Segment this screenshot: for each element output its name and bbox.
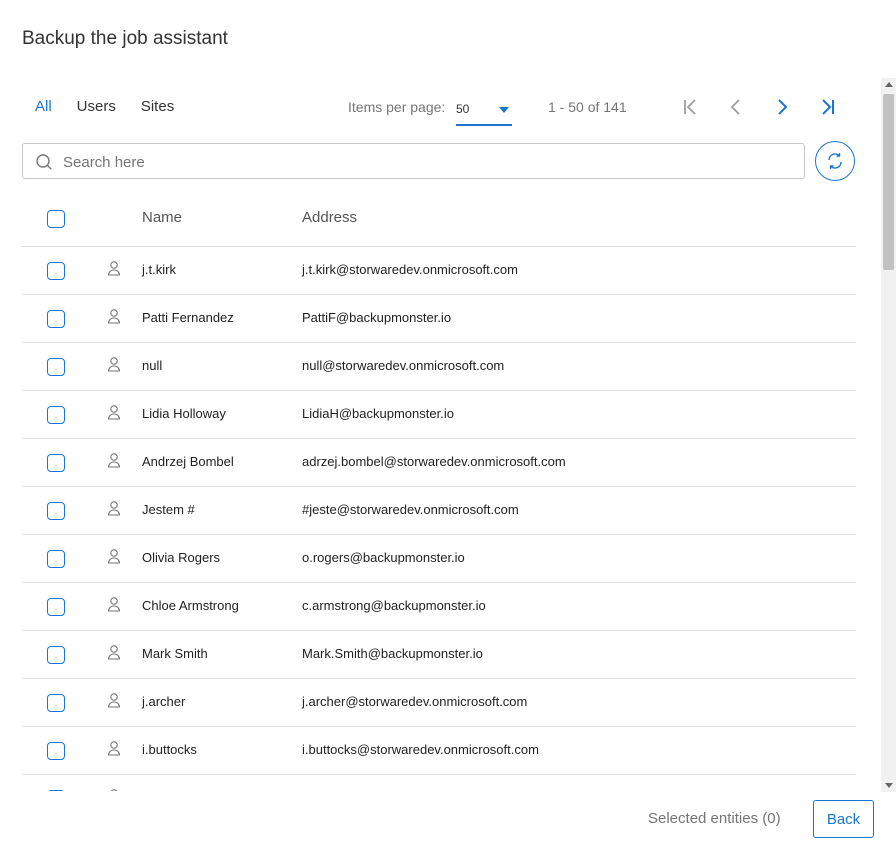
- table-row[interactable]: Chloe Armstrong c.armstrong@backupmonster…: [22, 583, 856, 631]
- row-checkbox[interactable]: [47, 406, 65, 424]
- scrollbar-thumb[interactable]: [883, 94, 894, 270]
- previous-page-icon: [730, 99, 740, 115]
- row-name: Chloe Armstrong: [142, 598, 239, 613]
- row-address: #jeste@storwaredev.onmicrosoft.com: [302, 502, 519, 517]
- row-name: Andrzej Bombel: [142, 454, 234, 469]
- table-row[interactable]: Andrzej Bombel adrzej.bombel@storwaredev.…: [22, 439, 856, 487]
- user-icon: [107, 741, 121, 756]
- row-name: Mark Smith: [142, 646, 208, 661]
- last-page-button[interactable]: [816, 95, 840, 119]
- scroll-up-icon[interactable]: [885, 82, 893, 87]
- row-address: adrzej.bombel@storwaredev.onmicrosoft.co…: [302, 454, 566, 469]
- row-checkbox[interactable]: [47, 310, 65, 328]
- search-box: [22, 143, 805, 180]
- column-header-name: Name: [142, 209, 183, 226]
- table-body: j.t.kirk j.t.kirk@storwaredev.onmicrosoft…: [22, 247, 856, 791]
- table-row[interactable]: [22, 775, 856, 791]
- user-icon: [107, 405, 121, 420]
- table-row[interactable]: Patti Fernandez PattiF@backupmonster.io: [22, 295, 856, 343]
- user-icon: [107, 261, 121, 276]
- row-address: o.rogers@backupmonster.io: [302, 550, 465, 565]
- refresh-icon: [828, 153, 842, 169]
- table-row[interactable]: Olivia Rogers o.rogers@backupmonster.io: [22, 535, 856, 583]
- row-checkbox[interactable]: [47, 262, 65, 280]
- search-icon: [36, 154, 52, 170]
- user-icon: [107, 549, 121, 564]
- pagination-range: 1 - 50 of 141: [548, 99, 627, 115]
- user-icon: [107, 597, 121, 612]
- tab-sites[interactable]: Sites: [141, 98, 174, 115]
- row-name: Lidia Holloway: [142, 406, 226, 421]
- items-per-page-select[interactable]: 50: [456, 98, 512, 126]
- back-button[interactable]: Back: [813, 800, 874, 838]
- next-page-icon: [778, 99, 788, 115]
- row-checkbox[interactable]: [47, 646, 65, 664]
- tab-all[interactable]: All: [35, 98, 52, 115]
- row-address: c.armstrong@backupmonster.io: [302, 598, 486, 613]
- row-checkbox[interactable]: [47, 358, 65, 376]
- caret-down-icon: [499, 107, 509, 113]
- previous-page-button[interactable]: [724, 95, 748, 119]
- row-checkbox[interactable]: [47, 742, 65, 760]
- row-checkbox[interactable]: [47, 454, 65, 472]
- row-name: null: [142, 358, 163, 373]
- table-header: Name Address: [22, 194, 856, 247]
- table-row[interactable]: Mark Smith Mark.Smith@backupmonster.io: [22, 631, 856, 679]
- table-row[interactable]: Jestem # #jeste@storwaredev.onmicrosoft.c…: [22, 487, 856, 535]
- first-page-icon: [684, 99, 696, 115]
- search-input[interactable]: [61, 144, 795, 180]
- row-name: Olivia Rogers: [142, 550, 221, 565]
- row-checkbox[interactable]: [47, 550, 65, 568]
- user-icon: [110, 789, 118, 791]
- row-name: j.t.kirk: [142, 262, 176, 277]
- entities-table: Name Address j.t.kirk j.t.kirk@storwarede…: [22, 194, 856, 791]
- table-row[interactable]: i.buttocks i.buttocks@storwaredev.onmicro…: [22, 727, 856, 775]
- table-row[interactable]: null null@storwaredev.onmicrosoft.com: [22, 343, 856, 391]
- row-address: j.archer@storwaredev.onmicrosoft.com: [302, 694, 528, 709]
- row-address: i.buttocks@storwaredev.onmicrosoft.com: [302, 742, 539, 757]
- vertical-scrollbar[interactable]: [881, 78, 896, 792]
- user-icon: [107, 453, 121, 468]
- next-page-button[interactable]: [770, 95, 794, 119]
- last-page-icon: [822, 99, 834, 115]
- selected-entities-count: Selected entities (0): [648, 810, 781, 827]
- refresh-button[interactable]: [815, 141, 855, 181]
- row-address: LidiaH@backupmonster.io: [302, 406, 454, 421]
- row-checkbox[interactable]: [47, 598, 65, 616]
- table-row[interactable]: Lidia Holloway LidiaH@backupmonster.io: [22, 391, 856, 439]
- dialog-title: Backup the job assistant: [22, 28, 228, 49]
- row-name: Patti Fernandez: [142, 310, 234, 325]
- scroll-down-icon[interactable]: [885, 783, 893, 788]
- table-row[interactable]: j.t.kirk j.t.kirk@storwaredev.onmicrosoft…: [22, 247, 856, 295]
- row-checkbox[interactable]: [47, 502, 65, 520]
- row-checkbox[interactable]: [47, 790, 65, 791]
- user-icon: [107, 645, 121, 660]
- tab-users[interactable]: Users: [77, 98, 116, 115]
- items-per-page-value: 50: [456, 102, 470, 116]
- row-address: j.t.kirk@storwaredev.onmicrosoft.com: [302, 262, 518, 277]
- row-name: i.buttocks: [142, 742, 197, 757]
- row-name: Jestem #: [142, 502, 195, 517]
- user-icon: [107, 357, 121, 372]
- column-header-address: Address: [302, 209, 358, 226]
- row-address: null@storwaredev.onmicrosoft.com: [302, 358, 505, 373]
- first-page-button[interactable]: [678, 95, 702, 119]
- row-name: j.archer: [142, 694, 186, 709]
- select-all-checkbox[interactable]: [47, 210, 65, 228]
- table-row[interactable]: j.archer j.archer@storwaredev.onmicrosoft…: [22, 679, 856, 727]
- row-address: PattiF@backupmonster.io: [302, 310, 452, 325]
- user-icon: [107, 693, 121, 708]
- user-icon: [107, 309, 121, 324]
- items-per-page-label: Items per page:: [348, 99, 446, 115]
- row-checkbox[interactable]: [47, 694, 65, 712]
- row-address: Mark.Smith@backupmonster.io: [302, 646, 483, 661]
- user-icon: [107, 501, 121, 516]
- entity-tabs: All Users Sites: [35, 98, 199, 115]
